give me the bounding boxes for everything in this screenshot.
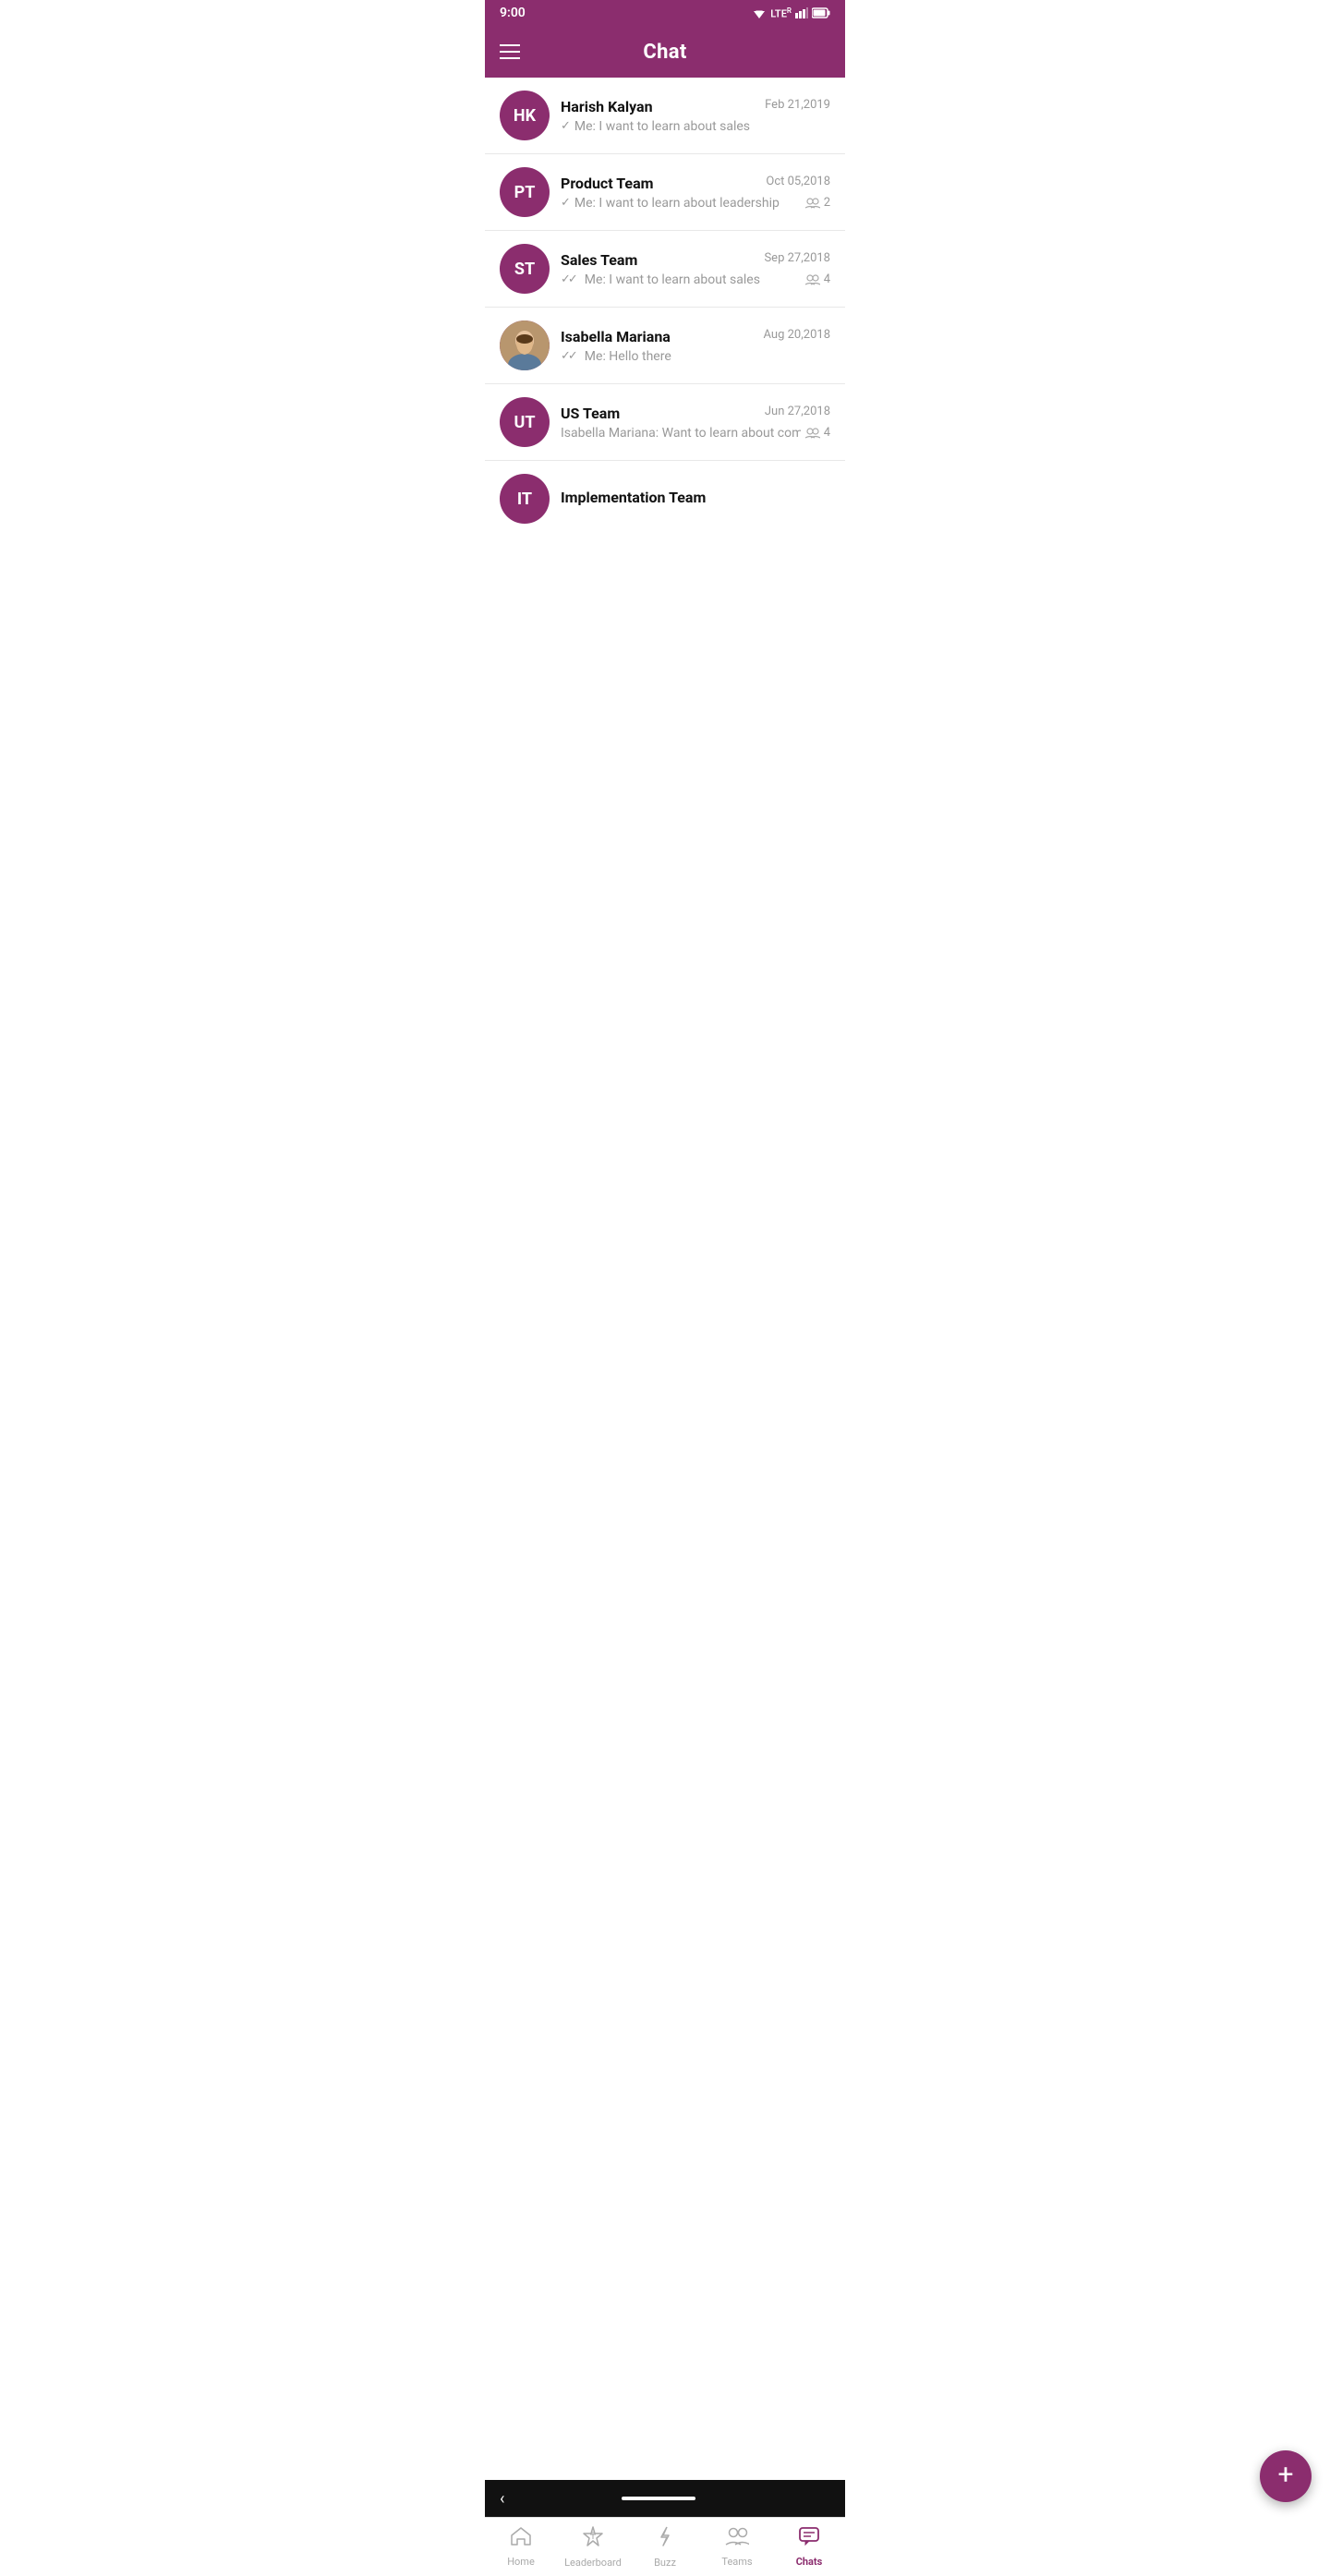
- status-icons: LTER: [752, 6, 830, 20]
- chats-icon: [798, 2526, 820, 2552]
- buzz-icon: [655, 2525, 675, 2553]
- signal-icon: [795, 7, 808, 18]
- chat-date: Jun 27,2018: [765, 405, 830, 418]
- chat-content-isabella-mariana: Isabella Mariana Aug 20,2018 ✓✓ Me: Hell…: [561, 328, 830, 364]
- chat-item-us-team[interactable]: UT US Team Jun 27,2018 Isabella Mariana:…: [485, 384, 845, 461]
- chat-content-implementation-team: Implementation Team: [561, 489, 830, 510]
- chat-content-harish-kalyan: Harish Kalyan Feb 21,2019 ✓ Me: I want t…: [561, 98, 830, 134]
- back-arrow[interactable]: ‹: [500, 2489, 504, 2509]
- member-count: 2: [805, 196, 830, 210]
- chat-item-implementation-team[interactable]: IT Implementation Team: [485, 461, 845, 537]
- lte-label: LTER: [770, 6, 792, 20]
- plus-icon: +: [1277, 2461, 1293, 2489]
- group-icon: [805, 198, 820, 209]
- chat-name: US Team: [561, 405, 620, 422]
- chat-date: Aug 20,2018: [764, 328, 831, 342]
- member-count: 4: [805, 426, 830, 440]
- chat-name: Product Team: [561, 175, 654, 192]
- nav-home[interactable]: Home: [485, 2526, 557, 2568]
- group-icon: [805, 428, 820, 439]
- chat-preview: ✓✓ Me: Hello there: [561, 349, 671, 364]
- status-time: 9:00: [500, 6, 526, 20]
- chat-name: Sales Team: [561, 251, 637, 269]
- chat-preview: ✓ Me: I want to learn about sales: [561, 119, 750, 134]
- chat-list: HK Harish Kalyan Feb 21,2019 ✓ Me: I wan…: [485, 78, 845, 657]
- leaderboard-label: Leaderboard: [564, 2557, 622, 2569]
- chats-label: Chats: [796, 2556, 823, 2568]
- bottom-nav: Home Leaderboard Buzz T: [485, 2517, 845, 2576]
- system-bar: ‹: [485, 2480, 845, 2517]
- chat-name: Implementation Team: [561, 489, 706, 506]
- avatar-product-team: PT: [500, 167, 550, 217]
- leaderboard-icon: [582, 2525, 604, 2553]
- chat-item-product-team[interactable]: PT Product Team Oct 05,2018 ✓ Me: I want…: [485, 154, 845, 231]
- chat-content-sales-team: Sales Team Sep 27,2018 ✓✓ Me: I want to …: [561, 251, 830, 287]
- check-icon: ✓: [561, 119, 571, 133]
- chat-preview: ✓ Me: I want to learn about leadership: [561, 196, 780, 211]
- chat-name: Isabella Mariana: [561, 328, 671, 345]
- nav-leaderboard[interactable]: Leaderboard: [557, 2525, 629, 2569]
- avatar-us-team: UT: [500, 397, 550, 447]
- group-icon: [805, 274, 820, 285]
- page-title: Chat: [643, 41, 686, 64]
- chat-date: Oct 05,2018: [766, 175, 830, 188]
- check-icon: ✓: [561, 196, 571, 210]
- teams-icon: [725, 2526, 749, 2552]
- chat-date: Feb 21,2019: [765, 98, 830, 112]
- avatar-harish-kalyan: HK: [500, 91, 550, 140]
- chat-item-isabella-mariana[interactable]: Isabella Mariana Aug 20,2018 ✓✓ Me: Hell…: [485, 308, 845, 384]
- chat-date: Sep 27,2018: [764, 251, 830, 265]
- buzz-label: Buzz: [654, 2557, 676, 2569]
- avatar-photo: [500, 320, 550, 370]
- wifi-icon: [752, 7, 767, 18]
- chat-content-product-team: Product Team Oct 05,2018 ✓ Me: I want to…: [561, 175, 830, 211]
- chat-preview: Isabella Mariana: Want to learn about co…: [561, 426, 801, 441]
- avatar-isabella-mariana: [500, 320, 550, 370]
- nav-teams[interactable]: Teams: [701, 2526, 773, 2568]
- home-pill[interactable]: [622, 2497, 695, 2500]
- double-check-icon: ✓✓: [561, 272, 575, 286]
- menu-button[interactable]: [500, 44, 520, 59]
- member-count: 4: [805, 272, 830, 286]
- double-check-icon: ✓✓: [561, 349, 575, 363]
- avatar-implementation-team: IT: [500, 474, 550, 524]
- header: Chat: [485, 26, 845, 78]
- nav-chats[interactable]: Chats: [773, 2526, 845, 2568]
- chat-item-harish-kalyan[interactable]: HK Harish Kalyan Feb 21,2019 ✓ Me: I wan…: [485, 78, 845, 154]
- chat-content-us-team: US Team Jun 27,2018 Isabella Mariana: Wa…: [561, 405, 830, 441]
- home-label: Home: [507, 2556, 535, 2568]
- teams-label: Teams: [721, 2556, 752, 2568]
- avatar-sales-team: ST: [500, 244, 550, 294]
- chat-item-sales-team[interactable]: ST Sales Team Sep 27,2018 ✓✓ Me: I want …: [485, 231, 845, 308]
- chat-preview: ✓✓ Me: I want to learn about sales: [561, 272, 760, 287]
- home-icon: [510, 2526, 532, 2552]
- nav-buzz[interactable]: Buzz: [629, 2525, 701, 2569]
- chat-name: Harish Kalyan: [561, 98, 653, 115]
- status-bar: 9:00 LTER: [485, 0, 845, 26]
- new-chat-button[interactable]: +: [1260, 2450, 1312, 2502]
- battery-icon: [812, 7, 830, 18]
